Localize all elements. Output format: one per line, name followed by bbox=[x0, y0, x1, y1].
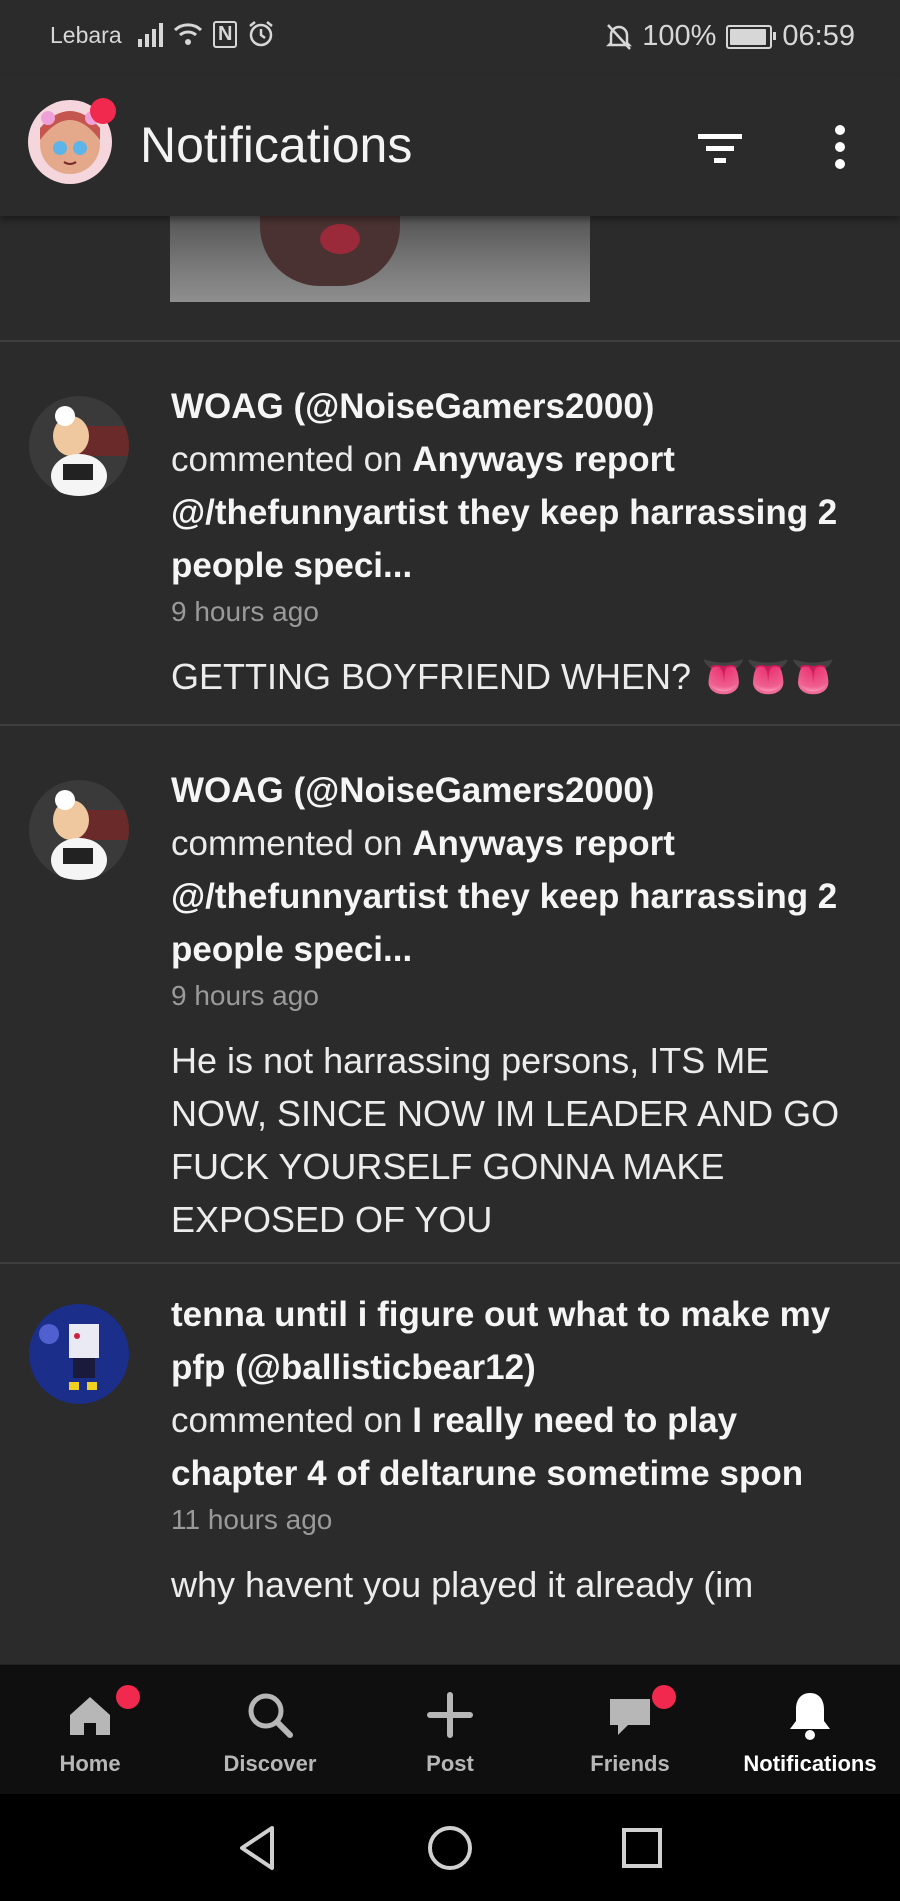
notification-user[interactable]: tenna until i figure out what to make my… bbox=[171, 1295, 830, 1387]
nav-post[interactable]: Post bbox=[360, 1665, 540, 1795]
user-avatar[interactable] bbox=[29, 396, 129, 496]
clock: 06:59 bbox=[782, 20, 855, 52]
status-bar: Lebara N 100% 06:59 bbox=[0, 0, 900, 76]
battery-icon bbox=[726, 24, 777, 49]
notification-badge bbox=[90, 98, 116, 124]
nav-label: Post bbox=[426, 1751, 474, 1776]
notification-comment: GETTING BOYFRIEND WHEN? 👅👅👅 bbox=[171, 656, 836, 697]
notification-action: commented on bbox=[171, 824, 403, 863]
plus-icon bbox=[427, 1692, 473, 1738]
system-navigation-bar bbox=[0, 1794, 900, 1901]
nav-label: Notifications bbox=[743, 1751, 877, 1776]
notification-action: commented on bbox=[171, 1401, 403, 1440]
nav-discover[interactable]: Discover bbox=[180, 1665, 360, 1795]
mute-icon bbox=[606, 23, 633, 50]
app-header: Notifications bbox=[0, 76, 900, 216]
notification-item[interactable]: tenna until i figure out what to make my… bbox=[0, 1264, 900, 1664]
nav-notifications[interactable]: Notifications bbox=[720, 1665, 900, 1795]
bell-icon bbox=[790, 1693, 830, 1740]
nav-label: Discover bbox=[223, 1751, 317, 1776]
filter-button[interactable] bbox=[692, 120, 748, 176]
chat-icon bbox=[610, 1699, 650, 1735]
user-avatar[interactable] bbox=[29, 1304, 129, 1404]
page-title: Notifications bbox=[140, 117, 413, 173]
nav-badge bbox=[116, 1685, 140, 1709]
home-circle-icon[interactable] bbox=[420, 1818, 480, 1878]
search-icon bbox=[248, 1693, 293, 1738]
nav-label: Home bbox=[59, 1751, 121, 1776]
nav-label: Friends bbox=[590, 1751, 670, 1776]
notification-item[interactable]: WOAG (@NoiseGamers2000) commented on Anyw… bbox=[0, 726, 900, 1264]
home-icon bbox=[70, 1697, 110, 1735]
notification-time: 9 hours ago bbox=[171, 980, 319, 1011]
back-icon[interactable] bbox=[228, 1818, 288, 1878]
recents-icon[interactable] bbox=[612, 1818, 672, 1878]
user-avatar[interactable] bbox=[29, 780, 129, 880]
notification-user[interactable]: WOAG (@NoiseGamers2000) bbox=[171, 771, 654, 810]
nfc-icon: N bbox=[213, 20, 238, 48]
alarm-icon bbox=[249, 21, 274, 47]
profile-avatar-button[interactable] bbox=[28, 98, 116, 184]
notification-item[interactable]: WOAG (@NoiseGamers2000) commented on Anyw… bbox=[0, 342, 900, 726]
notification-comment: He is not harrassing persons, ITS ME NOW… bbox=[171, 1040, 840, 1240]
notification-time: 11 hours ago bbox=[171, 1504, 333, 1535]
bottom-navigation: Home Discover Post Friends Notifications bbox=[0, 1664, 900, 1795]
notification-feed[interactable]: WOAG (@NoiseGamers2000) commented on Anyw… bbox=[0, 216, 900, 1664]
filter-icon bbox=[698, 134, 742, 163]
signal-icon bbox=[138, 21, 163, 47]
media-preview-image[interactable] bbox=[170, 216, 590, 302]
notification-user[interactable]: WOAG (@NoiseGamers2000) bbox=[171, 387, 654, 426]
nav-badge bbox=[652, 1685, 676, 1709]
more-options-button[interactable] bbox=[820, 120, 860, 176]
notification-time: 9 hours ago bbox=[171, 596, 319, 627]
nav-friends[interactable]: Friends bbox=[540, 1665, 720, 1795]
battery-percent: 100% bbox=[642, 20, 717, 52]
notification-comment: why havent you played it already (im bbox=[171, 1564, 754, 1605]
wifi-icon bbox=[173, 23, 203, 45]
more-vert-icon bbox=[835, 125, 845, 169]
nav-home[interactable]: Home bbox=[0, 1665, 180, 1795]
carrier-name: Lebara bbox=[50, 22, 122, 48]
notification-action: commented on bbox=[171, 440, 403, 479]
